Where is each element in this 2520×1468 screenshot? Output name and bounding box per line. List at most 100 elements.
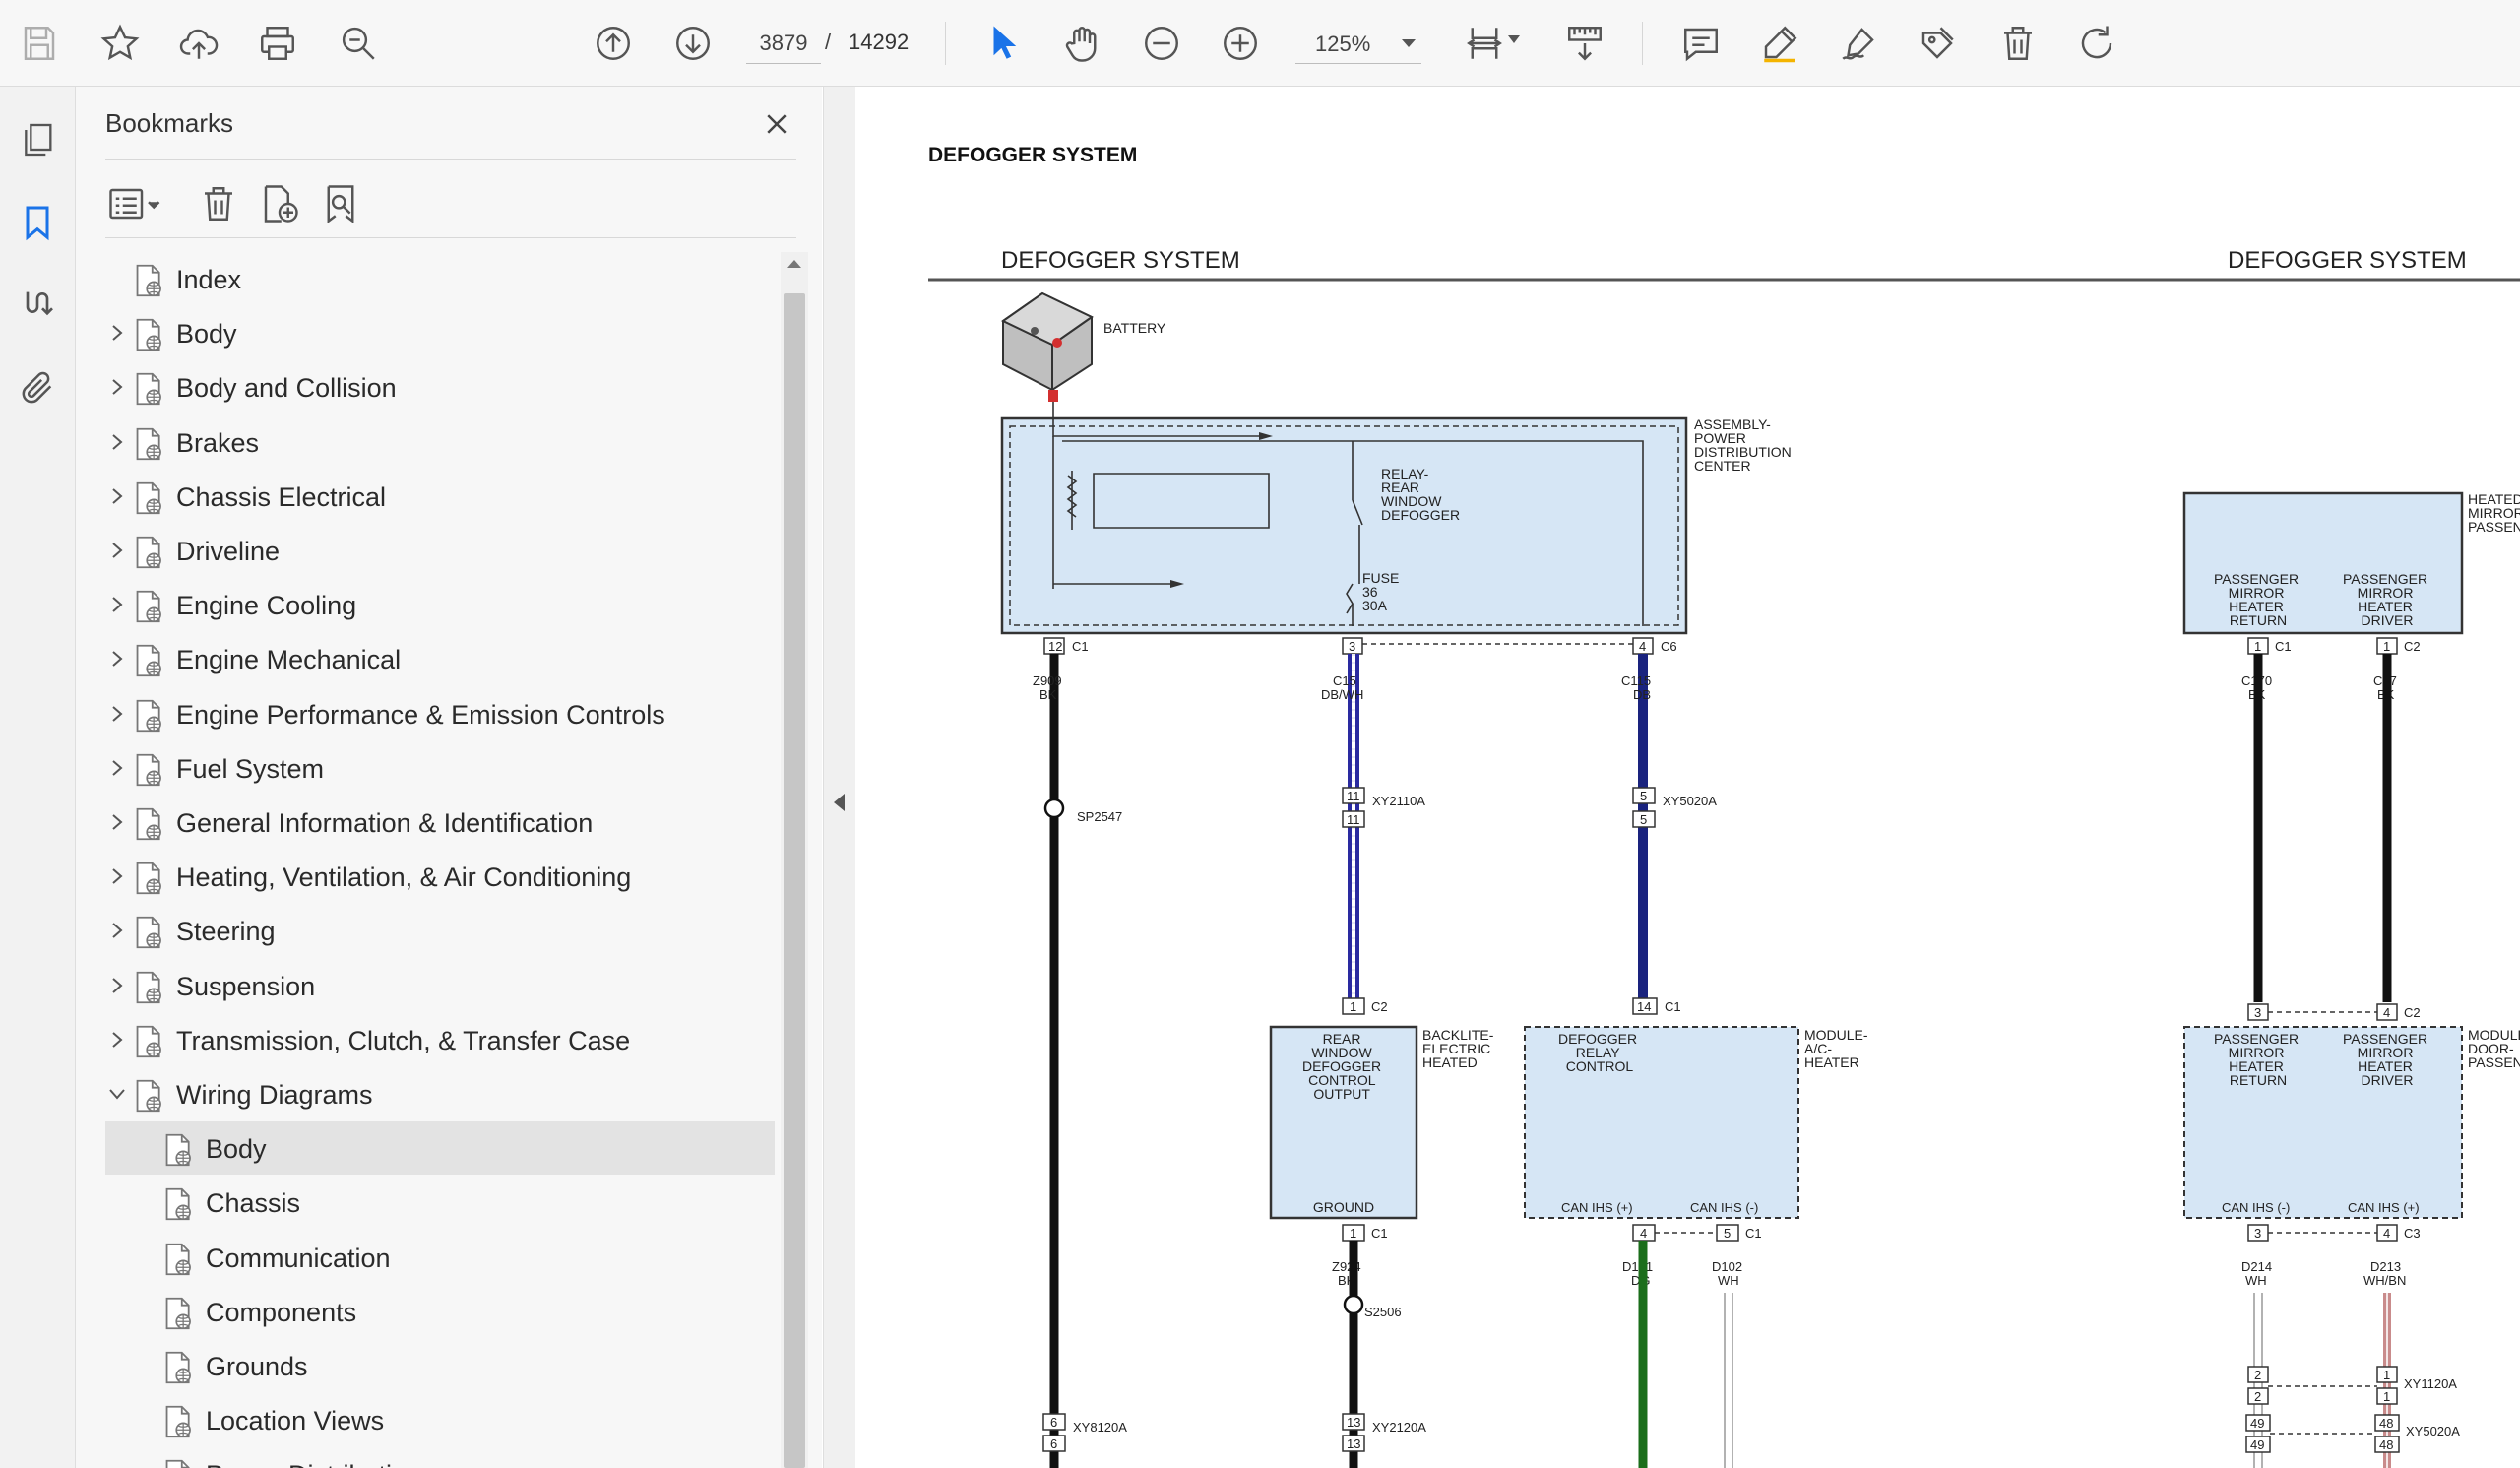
bookmark-item-chassis-electrical[interactable]: Chassis Electrical <box>105 470 775 523</box>
wire-d102-color: WH <box>1718 1273 1739 1288</box>
bookmark-label: Steering <box>176 917 276 947</box>
bookmark-item-body-and-collision[interactable]: Body and Collision <box>105 360 775 414</box>
bookmark-scrollbar[interactable] <box>781 252 808 1468</box>
chevron-down-icon[interactable] <box>1508 35 1520 43</box>
stamp-icon[interactable] <box>1910 16 1965 71</box>
save-icon[interactable] <box>12 16 67 71</box>
sign-icon[interactable] <box>1831 16 1886 71</box>
delete-bookmark-icon[interactable] <box>194 179 243 228</box>
bookmark-icon[interactable] <box>14 199 61 246</box>
zoom-search-icon[interactable] <box>331 16 386 71</box>
bookmark-item-grounds[interactable]: Grounds <box>105 1339 775 1392</box>
chevron-right-icon[interactable] <box>107 704 127 724</box>
bookmark-page-icon <box>165 1460 190 1468</box>
star-icon[interactable] <box>93 16 148 71</box>
delete-icon[interactable] <box>1990 16 2046 71</box>
bookmark-item-components[interactable]: Components <box>105 1285 775 1338</box>
bookmark-label: Wiring Diagrams <box>176 1080 373 1110</box>
hvac-module-label: MODULE- A/C- HEATER <box>1804 1027 1871 1070</box>
scrollbar-thumb[interactable] <box>784 293 805 1468</box>
collapse-arrow-icon[interactable] <box>834 794 845 811</box>
wire-c15 <box>1348 654 1359 1012</box>
bookmark-item-index[interactable]: Index <box>105 252 775 305</box>
scroll-mode-icon[interactable] <box>1557 16 1612 71</box>
pages-icon[interactable] <box>14 116 61 163</box>
scroll-up-icon[interactable] <box>788 260 801 268</box>
bookmark-item-transmission-clutch-transfer-case[interactable]: Transmission, Clutch, & Transfer Case <box>105 1013 775 1066</box>
battery-label: BATTERY <box>1103 320 1166 336</box>
connector-xy8120a: XY8120A <box>1073 1420 1127 1435</box>
fit-page-icon[interactable] <box>1457 16 1512 71</box>
bookmark-item-wiring-diagrams[interactable]: Wiring Diagrams <box>105 1067 775 1120</box>
bookmark-item-chassis[interactable]: Chassis <box>105 1176 775 1229</box>
wire-d213-id: D213 <box>2370 1259 2401 1274</box>
bookmark-item-heating-ventilation-air-conditioning[interactable]: Heating, Ventilation, & Air Conditioning <box>105 850 775 903</box>
bookmark-item-location-views[interactable]: Location Views <box>105 1393 775 1446</box>
pin-2: 2 <box>2254 1368 2261 1382</box>
rotate-icon[interactable] <box>2069 16 2124 71</box>
bookmark-item-steering[interactable]: Steering <box>105 904 775 957</box>
bookmark-item-communication[interactable]: Communication <box>105 1231 775 1284</box>
bookmark-label: Fuel System <box>176 753 325 784</box>
bookmark-item-body[interactable]: Body <box>105 1121 775 1176</box>
close-icon[interactable] <box>757 104 796 144</box>
bookmark-label: Body <box>206 1134 267 1165</box>
chevron-right-icon[interactable] <box>107 541 127 560</box>
select-cursor-icon[interactable] <box>976 16 1032 71</box>
bookmark-item-brakes[interactable]: Brakes <box>105 415 775 469</box>
pin-49: 49 <box>2250 1416 2264 1431</box>
chevron-right-icon[interactable] <box>107 595 127 614</box>
bookmark-item-engine-mechanical[interactable]: Engine Mechanical <box>105 632 775 685</box>
pin-49-mate: 49 <box>2250 1437 2264 1452</box>
bookmark-item-engine-cooling[interactable]: Engine Cooling <box>105 578 775 631</box>
bookmark-item-suspension[interactable]: Suspension <box>105 959 775 1012</box>
chevron-right-icon[interactable] <box>107 486 127 506</box>
bookmark-item-driveline[interactable]: Driveline <box>105 524 775 577</box>
bookmark-search-icon[interactable] <box>316 179 365 228</box>
bookmark-item-engine-performance-emission-controls[interactable]: Engine Performance & Emission Controls <box>105 687 775 740</box>
zoom-in-icon[interactable] <box>1213 16 1268 71</box>
chevron-right-icon[interactable] <box>107 976 127 995</box>
hand-icon[interactable] <box>1055 16 1110 71</box>
page-up-icon[interactable] <box>586 16 641 71</box>
signature-icon[interactable] <box>14 282 61 329</box>
chevron-right-icon[interactable] <box>107 323 127 343</box>
chevron-down-icon[interactable] <box>107 1084 127 1104</box>
bookmark-item-general-information-identification[interactable]: General Information & Identification <box>105 796 775 849</box>
chevron-right-icon[interactable] <box>107 1030 127 1050</box>
cloud-upload-icon[interactable] <box>171 16 226 71</box>
page-down-icon[interactable] <box>665 16 721 71</box>
panel-collapse-bar[interactable] <box>823 87 856 1468</box>
add-bookmark-icon[interactable] <box>255 179 304 228</box>
zoom-out-icon[interactable] <box>1134 16 1189 71</box>
pin-13: 13 <box>1347 1415 1360 1430</box>
chevron-right-icon[interactable] <box>107 812 127 832</box>
print-icon[interactable] <box>250 16 305 71</box>
chevron-right-icon[interactable] <box>107 758 127 778</box>
bookmark-page-icon <box>165 1243 191 1275</box>
chevron-right-icon[interactable] <box>107 866 127 886</box>
page-number-input[interactable] <box>746 24 821 64</box>
pin-4: 4 <box>1639 639 1646 654</box>
comment-icon[interactable] <box>1673 16 1729 71</box>
attachment-icon[interactable] <box>14 364 61 412</box>
diagram-title-right: DEFOGGER SYSTEM <box>2228 247 2467 274</box>
chevron-right-icon[interactable] <box>107 432 127 452</box>
bookmark-item-fuel-system[interactable]: Fuel System <box>105 741 775 795</box>
bookmark-item-body[interactable]: Body <box>105 306 775 359</box>
wiring-diagram: DEFOGGER SYSTEM DEFOGGER SYSTEM BATTERY … <box>928 247 2520 1468</box>
zoom-level-select[interactable]: 125% <box>1295 24 1421 64</box>
chevron-right-icon[interactable] <box>107 377 127 397</box>
bookmark-page-icon <box>136 536 161 569</box>
navigation-rail <box>0 87 76 1468</box>
splice-s2506 <box>1343 1294 1364 1315</box>
bookmark-label: Heating, Ventilation, & Air Conditioning <box>176 862 632 893</box>
wire-c115-id: C115 <box>1621 673 1651 688</box>
chevron-right-icon[interactable] <box>107 649 127 669</box>
document-view[interactable]: DEFOGGER SYSTEM DEFOGGER SYSTEM DEFOGGER… <box>855 87 2520 1468</box>
highlight-icon[interactable] <box>1752 16 1807 71</box>
bookmark-item-power-distribution[interactable]: Power Distribution <box>105 1447 775 1468</box>
bookmark-options-button[interactable] <box>103 179 166 228</box>
chevron-right-icon[interactable] <box>107 921 127 940</box>
backlite-label: BACKLITE- ELECTRIC HEATED <box>1422 1027 1497 1070</box>
